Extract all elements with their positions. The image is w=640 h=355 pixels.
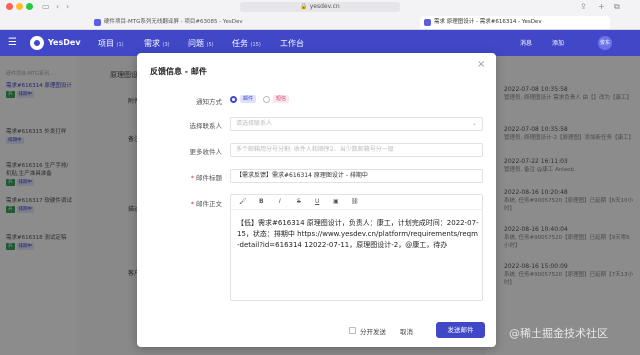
format-brush-icon[interactable]: 🖌 [239,198,247,205]
yesdev-logo [30,36,44,50]
nav-label: 工作台 [280,39,304,48]
more-recipients-label: 更多收件人 [189,148,223,156]
tab-overview-icon[interactable]: ⧉ [614,2,620,12]
body-label: * 邮件正文 [137,198,222,208]
send-email-button[interactable]: 发送邮件 [436,322,485,338]
radio-email[interactable] [230,96,237,103]
window-maximize-button[interactable] [26,3,33,10]
favicon-icon [94,19,101,26]
nav-projects[interactable]: 项目 (1) [98,38,124,49]
nav-workbench[interactable]: 工作台 [280,38,304,49]
notify-method-label: 通知方式 [196,98,222,106]
close-icon[interactable]: × [477,59,485,70]
add-link[interactable]: 添加 [552,38,564,47]
nav-label: 需求 [144,39,160,48]
image-icon[interactable]: ▣ [333,198,339,205]
dialog-title: 反馈信息 - 邮件 [150,67,207,76]
nav-count: (5) [206,42,214,48]
contact-label: 选择联系人 [189,122,223,130]
italic-icon[interactable]: I [279,198,281,205]
browser-tab[interactable]: 硬件项目-MTG系列无线翻译屏 - 项目#63085 - YesDev [90,16,290,29]
separate-send-checkbox[interactable] [349,327,356,334]
bold-icon[interactable]: B [259,198,264,205]
brand-name: YesDev [48,38,81,47]
contact-placeholder: 请选择联系人 [236,120,273,127]
subject-label-text: 邮件标题 [196,174,222,182]
back-icon[interactable]: ‹ [56,2,59,11]
lock-icon: 🔒 [300,3,310,10]
tab-strip: 硬件项目-MTG系列无线翻译屏 - 项目#63085 - YesDev 需求 原… [0,14,640,30]
nav-count: (1) [116,42,124,48]
strikethrough-icon[interactable]: S [297,198,301,205]
required-mark: * [190,174,194,182]
window-close-button[interactable] [6,3,13,10]
window-minimize-button[interactable] [16,3,23,10]
separate-send-label[interactable]: 分开发送 [360,326,386,336]
messages-link[interactable]: 消息 [520,38,532,47]
nav-label: 项目 [98,39,114,48]
email-body-editor[interactable]: 🖌 B I S U ▣ ⛓ 【低】需求#616314 原理图设计，负责人：康工，… [230,194,483,301]
new-tab-icon[interactable]: + [598,2,605,11]
email-option-tag[interactable]: 邮件 [240,95,257,103]
browser-tab-active[interactable]: 需求 原理图设计 - 需求#616314 - YesDev [420,16,610,29]
forward-icon[interactable]: › [66,2,69,11]
url-text: yesdev.cn [309,3,340,10]
link-icon[interactable]: ⛓ [351,198,359,205]
required-mark: * [190,200,194,208]
nav-count: (15) [250,42,261,48]
browser-toolbar: ▭ ‹ › 🔒 yesdev.cn ⇪ + ⧉ [0,0,640,14]
sidebar-toggle-icon[interactable]: ▭ [42,2,50,11]
email-body-text[interactable]: 【低】需求#616314 原理图设计，负责人：康工，计划完成时间：2022-07… [237,218,479,251]
underline-icon[interactable]: U [315,198,319,205]
body-label-text: 邮件正文 [196,200,222,208]
contact-select[interactable]: 请选择联系人 ⌄ [230,117,483,131]
avatar[interactable]: 俊东 [598,36,612,50]
radio-sms[interactable] [263,96,270,103]
nav-tasks[interactable]: 任务 (15) [232,38,261,49]
address-bar[interactable]: 🔒 yesdev.cn [240,2,400,12]
chevron-down-icon: ⌄ [471,120,477,127]
more-recipients-input[interactable]: 多个邮箱用分号分割: 收件人和顺序2、当少数邮箱号分一级 [230,143,483,157]
hamburger-menu-icon[interactable]: ☰ [8,37,19,49]
nav-label: 任务 [232,39,248,48]
browser-chrome: ▭ ‹ › 🔒 yesdev.cn ⇪ + ⧉ 硬件项目-MTG系列无线翻译屏 … [0,0,640,30]
more-recipients-placeholder: 多个邮箱用分号分割: 收件人和顺序2、当少数邮箱号分一级 [236,146,394,153]
nav-count: (3) [162,42,170,48]
tab-title: 需求 原理图设计 - 需求#616314 - YesDev [434,19,542,25]
editor-toolbar: 🖌 B I S U ▣ ⛓ [231,195,482,210]
nav-issues[interactable]: 问题 (5) [188,38,214,49]
share-icon[interactable]: ⇪ [580,2,587,11]
favicon-icon [424,19,431,26]
feedback-email-dialog: 反馈信息 - 邮件 × 通知方式 邮件 短信 选择联系人 请选择联系人 ⌄ 更多收… [137,53,496,347]
nav-label: 问题 [188,39,204,48]
sms-option-tag[interactable]: 短信 [273,95,290,103]
watermark: @稀土掘金技术社区 [509,327,608,340]
subject-label: * 邮件标题 [137,172,222,182]
cancel-button[interactable]: 取消 [400,326,413,336]
tab-title: 硬件项目-MTG系列无线翻译屏 - 项目#63085 - YesDev [104,19,243,25]
subject-input[interactable]: 【需求反馈】需求#616314 原理图设计 - 排期中 [230,169,483,183]
